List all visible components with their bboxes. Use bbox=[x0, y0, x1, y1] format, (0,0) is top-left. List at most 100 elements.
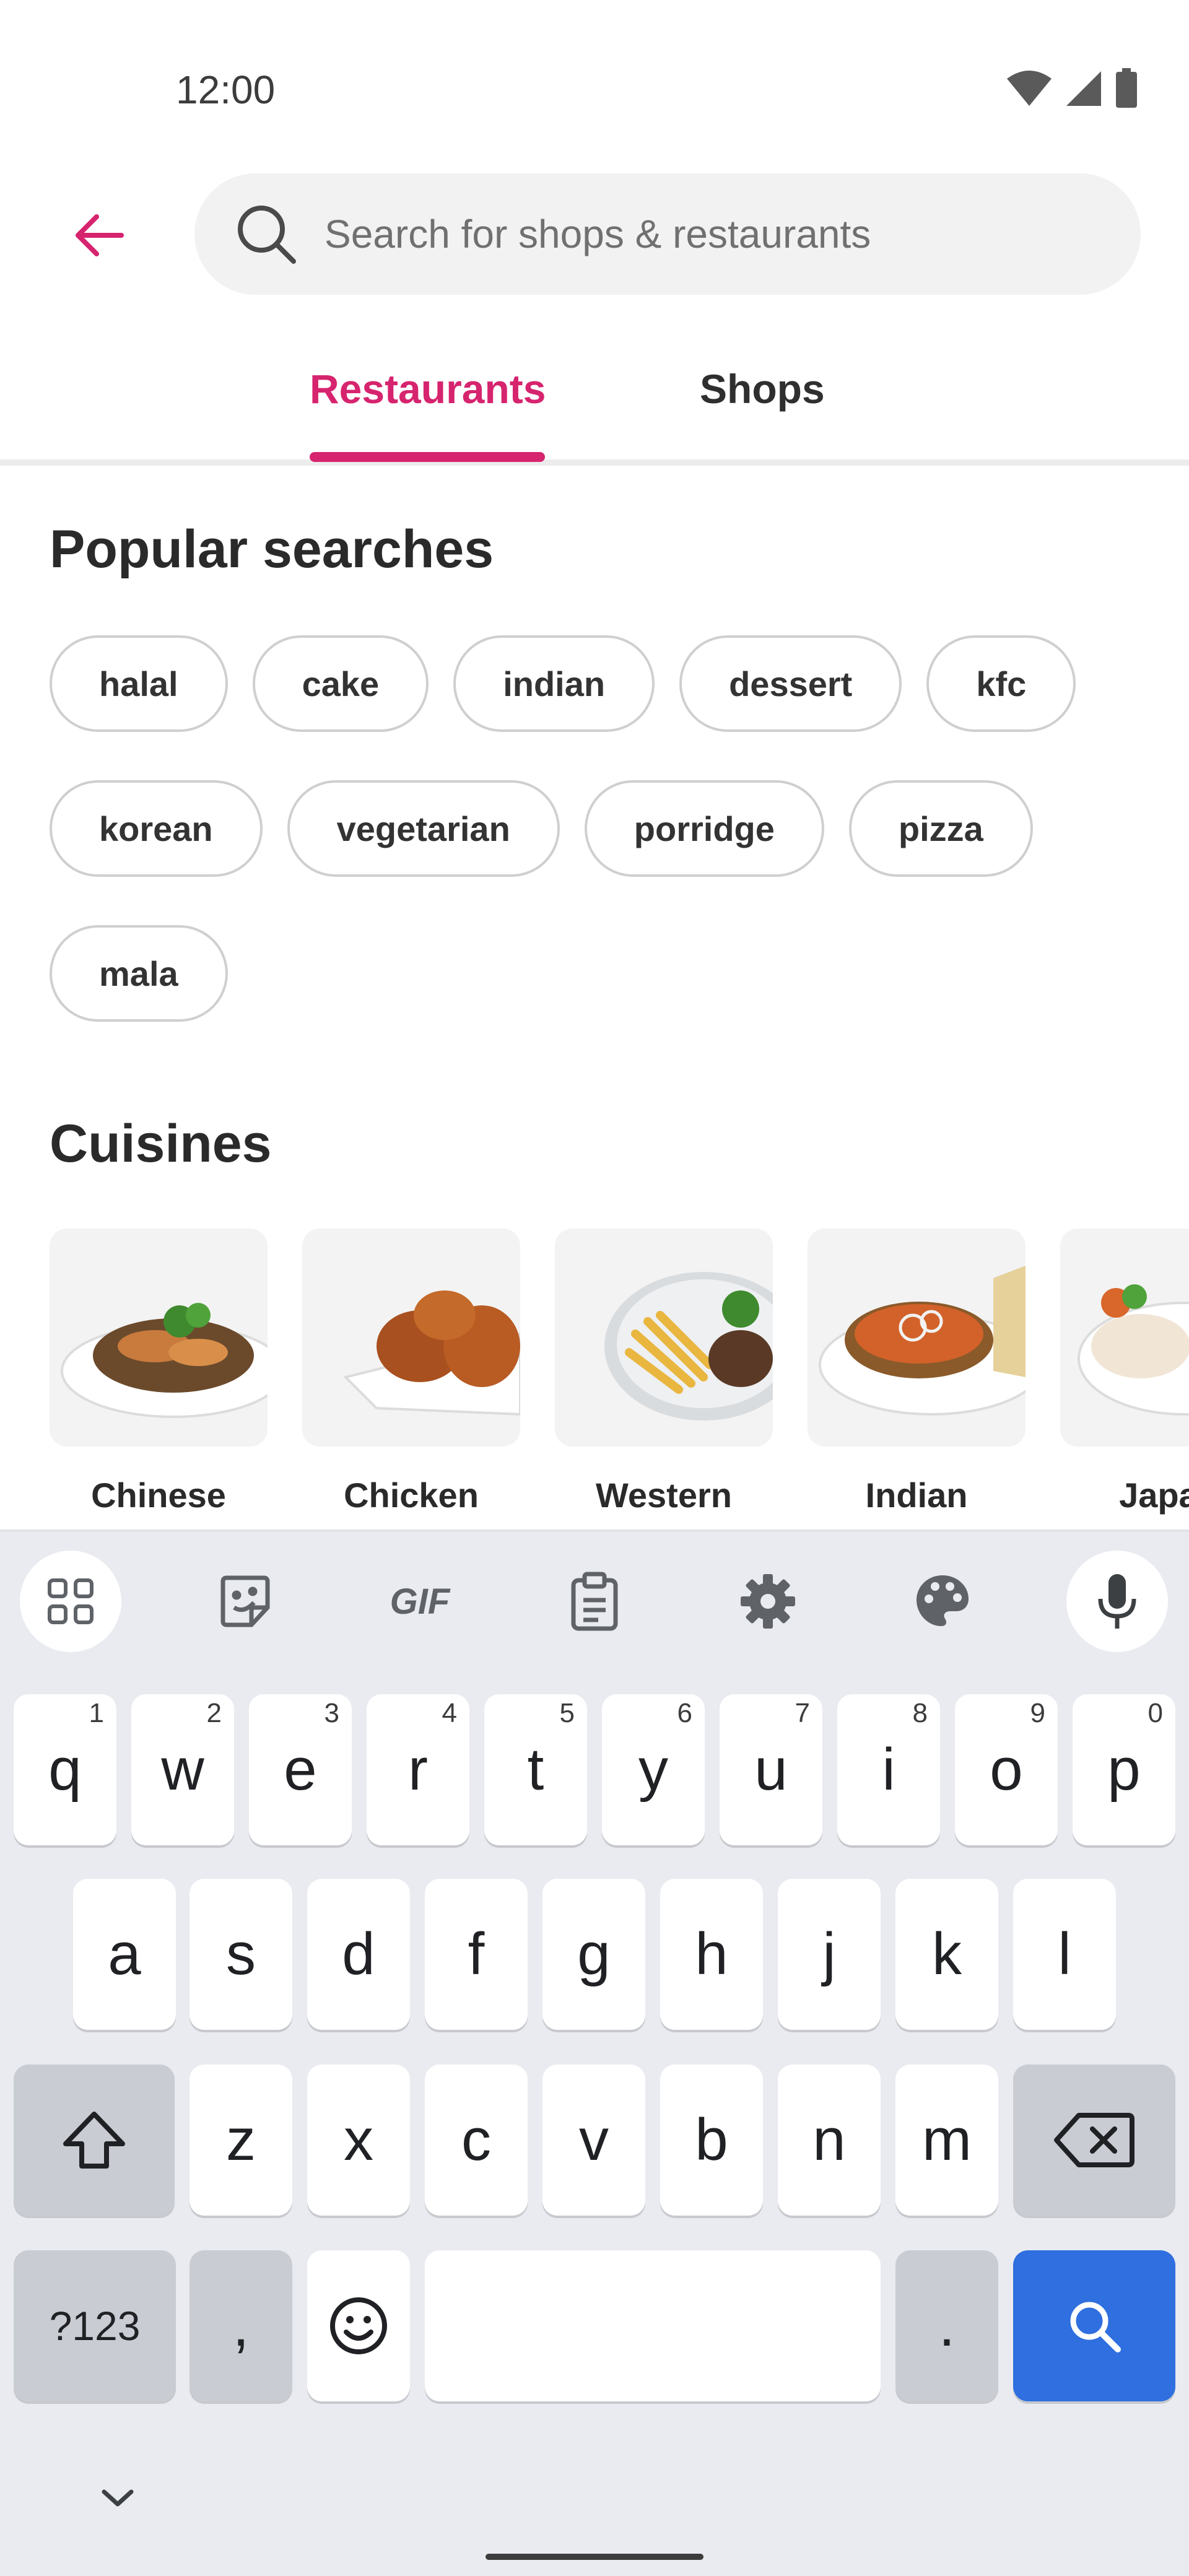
status-time: 12:00 bbox=[176, 67, 276, 112]
key-label: w bbox=[161, 1736, 204, 1803]
key-a[interactable]: a bbox=[73, 1879, 176, 2030]
key-label: o bbox=[990, 1736, 1023, 1803]
key-d[interactable]: d bbox=[307, 1879, 410, 2030]
key-hint: 9 bbox=[1030, 1698, 1045, 1728]
search-icon bbox=[1070, 2302, 1121, 2352]
microphone-icon[interactable] bbox=[1066, 1551, 1168, 1652]
key-y[interactable]: 6y bbox=[602, 1694, 705, 1845]
space-key[interactable] bbox=[425, 2250, 881, 2401]
chip-korean[interactable]: korean bbox=[50, 780, 263, 877]
key-hint: 6 bbox=[677, 1698, 692, 1728]
shift-key[interactable] bbox=[14, 2065, 175, 2216]
status-icons bbox=[1006, 68, 1138, 109]
chip-dessert[interactable]: dessert bbox=[679, 635, 902, 732]
cuisines-carousel: Chinese Chicken Western Indian Japa bbox=[50, 1229, 1189, 1526]
gif-icon[interactable]: GIF bbox=[369, 1551, 471, 1652]
settings-icon[interactable] bbox=[717, 1551, 819, 1652]
emoji-icon bbox=[330, 2297, 387, 2354]
key-label: y bbox=[638, 1736, 668, 1803]
key-m[interactable]: m bbox=[895, 2065, 998, 2216]
search-action-key[interactable] bbox=[1013, 2250, 1175, 2401]
key-t[interactable]: 5t bbox=[484, 1694, 587, 1845]
chip-vegetarian[interactable]: vegetarian bbox=[287, 780, 560, 877]
curry-image bbox=[808, 1229, 1026, 1447]
comma-key[interactable]: , bbox=[189, 2250, 292, 2401]
emoji-key[interactable] bbox=[307, 2250, 410, 2401]
chip-porridge[interactable]: porridge bbox=[584, 780, 824, 877]
key-q[interactable]: 1q bbox=[14, 1694, 116, 1845]
japanese-food-image bbox=[1060, 1229, 1189, 1447]
sticker-icon[interactable] bbox=[194, 1551, 296, 1652]
back-button[interactable] bbox=[62, 198, 136, 272]
key-hint: 1 bbox=[89, 1698, 104, 1728]
key-g[interactable]: g bbox=[542, 1879, 645, 2030]
gif-label: GIF bbox=[390, 1581, 450, 1622]
status-bar: 12:00 bbox=[0, 0, 1189, 149]
tab-shops[interactable]: Shops bbox=[700, 365, 825, 412]
key-h[interactable]: h bbox=[660, 1879, 763, 2030]
on-screen-keyboard: GIF 1 q 2 w 3 e 4 r 5 t 6 y 7 u 8 i 9 o … bbox=[0, 1530, 1189, 2576]
key-e[interactable]: 3e bbox=[249, 1694, 352, 1845]
chip-halal[interactable]: halal bbox=[50, 635, 228, 732]
search-bar[interactable] bbox=[194, 173, 1141, 295]
key-hint: 8 bbox=[912, 1698, 928, 1728]
key-s[interactable]: s bbox=[189, 1879, 292, 2030]
key-w[interactable]: 2w bbox=[131, 1694, 234, 1845]
key-b[interactable]: b bbox=[660, 2065, 763, 2216]
key-p[interactable]: 0p bbox=[1073, 1694, 1175, 1845]
fried-chicken-image bbox=[302, 1229, 520, 1447]
key-label: r bbox=[408, 1736, 428, 1803]
cuisine-card-indian[interactable]: Indian bbox=[808, 1229, 1026, 1515]
cuisines-title: Cuisines bbox=[50, 1114, 272, 1173]
key-hint: 2 bbox=[206, 1698, 222, 1728]
chip-kfc[interactable]: kfc bbox=[926, 635, 1076, 732]
key-label: e bbox=[284, 1736, 317, 1803]
key-f[interactable]: f bbox=[425, 1879, 528, 2030]
shift-icon bbox=[63, 2112, 125, 2169]
popular-searches-title: Popular searches bbox=[50, 520, 494, 579]
clipboard-icon[interactable] bbox=[544, 1551, 645, 1652]
chip-pizza[interactable]: pizza bbox=[848, 780, 1033, 877]
chip-row: korean vegetarian porridge pizza bbox=[50, 780, 1033, 877]
tab-restaurants[interactable]: Restaurants bbox=[310, 365, 546, 412]
cuisine-card-western[interactable]: Western bbox=[555, 1229, 773, 1515]
cuisine-card-chinese[interactable]: Chinese bbox=[50, 1229, 268, 1515]
wifi-icon bbox=[1007, 71, 1052, 106]
chip-cake[interactable]: cake bbox=[252, 635, 429, 732]
key-i[interactable]: 8i bbox=[837, 1694, 940, 1845]
key-x[interactable]: x bbox=[307, 2065, 410, 2216]
arrow-back-icon bbox=[76, 214, 124, 256]
key-c[interactable]: c bbox=[425, 2065, 528, 2216]
search-icon bbox=[234, 202, 298, 266]
cuisine-card-chicken[interactable]: Chicken bbox=[302, 1229, 520, 1515]
key-l[interactable]: l bbox=[1013, 1879, 1116, 2030]
key-hint: 7 bbox=[795, 1698, 810, 1728]
key-o[interactable]: 9o bbox=[955, 1694, 1058, 1845]
key-u[interactable]: 7u bbox=[720, 1694, 822, 1845]
key-k[interactable]: k bbox=[895, 1879, 998, 2030]
backspace-key[interactable] bbox=[1013, 2065, 1175, 2216]
cuisine-card-japan[interactable]: Japan bbox=[1060, 1229, 1189, 1515]
symbols-key[interactable]: ?123 bbox=[14, 2250, 176, 2401]
key-hint: 5 bbox=[559, 1698, 575, 1728]
palette-icon[interactable] bbox=[892, 1551, 993, 1652]
key-n[interactable]: n bbox=[778, 2065, 881, 2216]
chip-indian[interactable]: indian bbox=[453, 635, 655, 732]
tab-indicator bbox=[310, 452, 545, 462]
steak-fries-image bbox=[555, 1229, 773, 1447]
chip-mala[interactable]: mala bbox=[50, 925, 228, 1022]
key-label: q bbox=[48, 1736, 82, 1803]
gesture-home-bar[interactable] bbox=[486, 2554, 703, 2560]
key-r[interactable]: 4r bbox=[367, 1694, 469, 1845]
key-label: u bbox=[754, 1736, 788, 1803]
key-v[interactable]: v bbox=[542, 2065, 645, 2216]
apps-grid-icon[interactable] bbox=[20, 1551, 121, 1652]
period-key[interactable]: . bbox=[895, 2250, 998, 2401]
backspace-icon bbox=[1054, 2113, 1135, 2167]
key-z[interactable]: z bbox=[189, 2065, 292, 2216]
cuisine-label: Western bbox=[596, 1476, 732, 1515]
chevron-down-icon[interactable] bbox=[99, 2486, 136, 2510]
key-hint: 4 bbox=[442, 1698, 457, 1728]
key-j[interactable]: j bbox=[778, 1879, 881, 2030]
search-input[interactable] bbox=[324, 211, 1068, 257]
